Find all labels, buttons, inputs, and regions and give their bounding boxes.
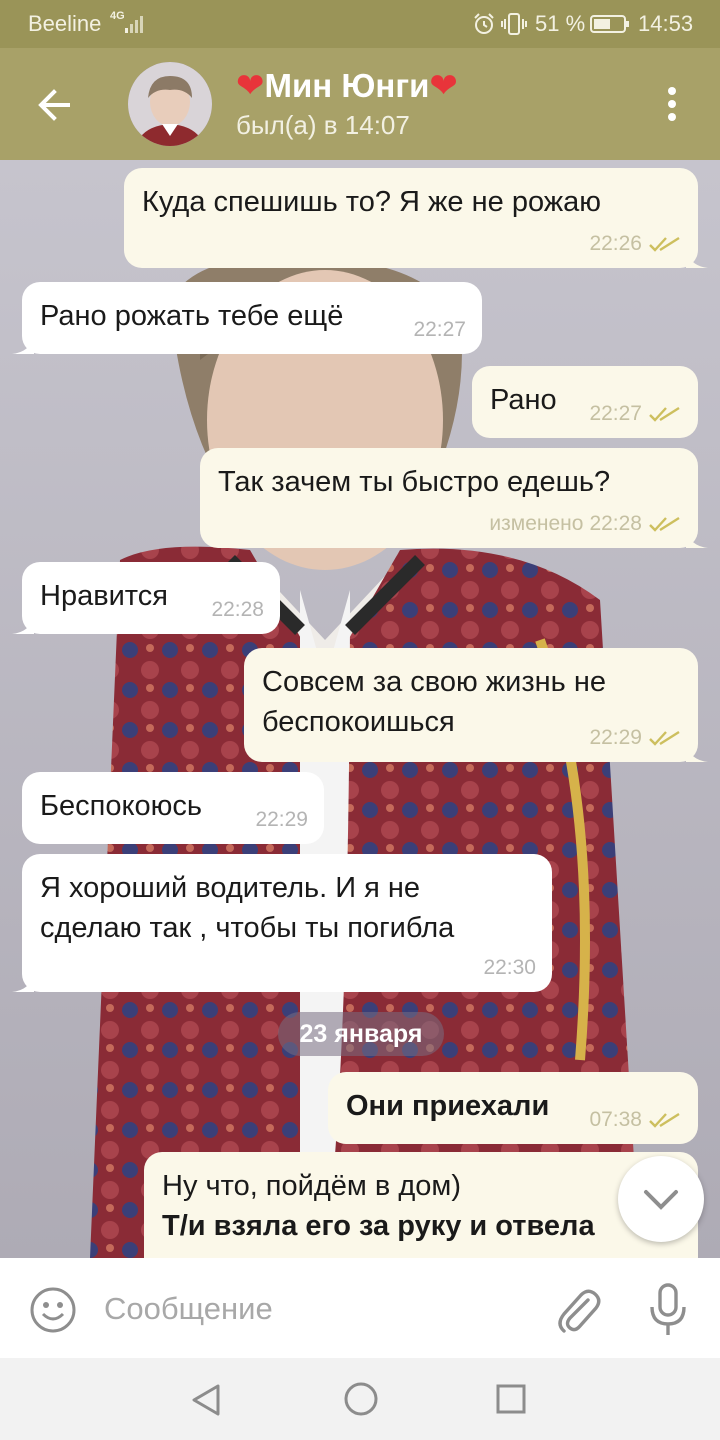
message-text: Рано [490, 384, 557, 416]
message-bubble-outgoing[interactable]: Куда спешишь то? Я же не рожаю 22:26 [124, 168, 708, 268]
message-time: 22:28 [589, 512, 642, 535]
message-time: 22:29 [255, 808, 308, 831]
last-seen-status: был(а) в 14:07 [236, 110, 410, 140]
message-text: Куда спешишь то? Я же не рожаю [142, 186, 602, 218]
edited-label: изменено [489, 512, 584, 535]
message-bubble-outgoing[interactable]: Совсем за свою жизнь не беспокоишься 22:… [244, 648, 708, 762]
message-text-line: беспокоишься [262, 706, 455, 738]
message-bubble-outgoing[interactable]: Так зачем ты быстро едешь? изменено 22:2… [200, 448, 708, 548]
bubble-tail [686, 250, 708, 268]
chat-messages-area[interactable]: Куда спешишь то? Я же не рожаю 22:26 Ран… [0, 160, 720, 1258]
avatar[interactable] [128, 62, 212, 146]
heart-emoji-left: ❤ [236, 67, 265, 105]
message-time: 22:27 [589, 402, 642, 425]
message-meta: 22:27 [589, 394, 682, 434]
message-meta: 22:29 [255, 800, 308, 840]
vibrate-icon [501, 13, 527, 35]
carrier-name: Beeline [28, 11, 102, 36]
message-bubble-outgoing[interactable]: Они приехали 07:38 [328, 1072, 698, 1144]
message-meta: 22:28 [211, 590, 264, 630]
message-time: 07:38 [589, 1108, 642, 1131]
message-time: 22:30 [483, 956, 536, 979]
paperclip-icon[interactable] [552, 1284, 602, 1336]
message-meta: 22:27 [413, 310, 466, 350]
battery-icon [590, 15, 629, 33]
signal-icon [125, 16, 143, 33]
message-text: Беспокоюсь [40, 790, 202, 822]
message-meta: 22:26 [589, 224, 682, 264]
message-time: 22:29 [589, 726, 642, 749]
contact-name[interactable]: ❤Мин Юнги❤ [236, 66, 458, 106]
emoji-icon[interactable] [28, 1285, 78, 1335]
message-bubble-incoming[interactable]: Нравится 22:28 [12, 562, 280, 634]
double-check-icon [649, 730, 680, 746]
network-type: 4G [110, 10, 125, 22]
microphone-icon[interactable] [646, 1282, 690, 1338]
status-bar: Beeline 4G 51 % 14:53 [0, 0, 720, 48]
message-text-line: Я хороший водитель. И я не [40, 872, 421, 904]
message-bubble-incoming[interactable]: Беспокоюсь 22:29 [22, 772, 324, 844]
message-bubble-outgoing[interactable]: Рано 22:27 [472, 366, 698, 438]
more-vertical-icon[interactable] [656, 84, 688, 124]
message-time: 22:26 [589, 232, 642, 255]
message-bubble-outgoing[interactable]: Ну что, пойдём в дом) Т/и взяла его за р… [144, 1152, 698, 1258]
double-check-icon [649, 1112, 680, 1128]
status-time: 14:53 [638, 11, 694, 36]
chevron-down-icon [644, 1190, 678, 1210]
message-time: 22:28 [211, 598, 264, 621]
nav-back-icon[interactable] [188, 1382, 224, 1418]
chat-header: ❤Мин Юнги❤ был(а) в 14:07 [0, 48, 720, 160]
message-bubble-incoming[interactable]: Я хороший водитель. И я не сделаю так , … [12, 854, 552, 992]
message-input-bar [0, 1258, 720, 1358]
back-arrow-icon[interactable] [30, 80, 80, 130]
message-meta: 22:29 [589, 718, 682, 758]
message-time: 22:27 [413, 318, 466, 341]
avatar-image [128, 62, 212, 146]
bubble-tail [686, 530, 708, 548]
double-check-icon [649, 516, 680, 532]
message-meta: 22:30 [483, 948, 536, 988]
message-text: Они приехали [346, 1090, 550, 1122]
battery-percent: 51 % [535, 11, 586, 36]
nav-home-icon[interactable] [342, 1380, 380, 1418]
double-check-icon [649, 236, 680, 252]
message-text-line: Совсем за свою жизнь не [262, 666, 606, 698]
nav-recent-apps-icon[interactable] [494, 1382, 528, 1416]
double-check-icon [649, 406, 680, 422]
alarm-icon [474, 13, 494, 34]
message-text: Рано рожать тебе ещё [40, 300, 344, 332]
message-bubble-incoming[interactable]: Рано рожать тебе ещё 22:27 [12, 282, 482, 354]
bubble-tail [686, 744, 708, 762]
message-meta: 07:38 [589, 1100, 682, 1140]
message-meta: изменено 22:28 [489, 504, 682, 544]
message-text-line: Ну что, пойдём в дом) [162, 1170, 461, 1202]
contact-name-text: Мин Юнги [264, 67, 430, 104]
message-text-line: сделаю так , чтобы ты погибла [40, 912, 455, 944]
heart-emoji-right: ❤ [429, 67, 458, 105]
message-text: Так зачем ты быстро едешь? [218, 466, 611, 498]
message-text: Нравится [40, 580, 168, 612]
message-input[interactable] [104, 1286, 524, 1332]
bubble-tail [12, 336, 34, 354]
scroll-to-bottom-button[interactable] [618, 1156, 704, 1242]
message-text-line: Т/и взяла его за руку и отвела [162, 1210, 595, 1242]
bubble-tail [12, 974, 34, 992]
android-nav-bar [0, 1358, 720, 1440]
bubble-tail [12, 616, 34, 634]
date-separator: 23 января [278, 1012, 444, 1056]
